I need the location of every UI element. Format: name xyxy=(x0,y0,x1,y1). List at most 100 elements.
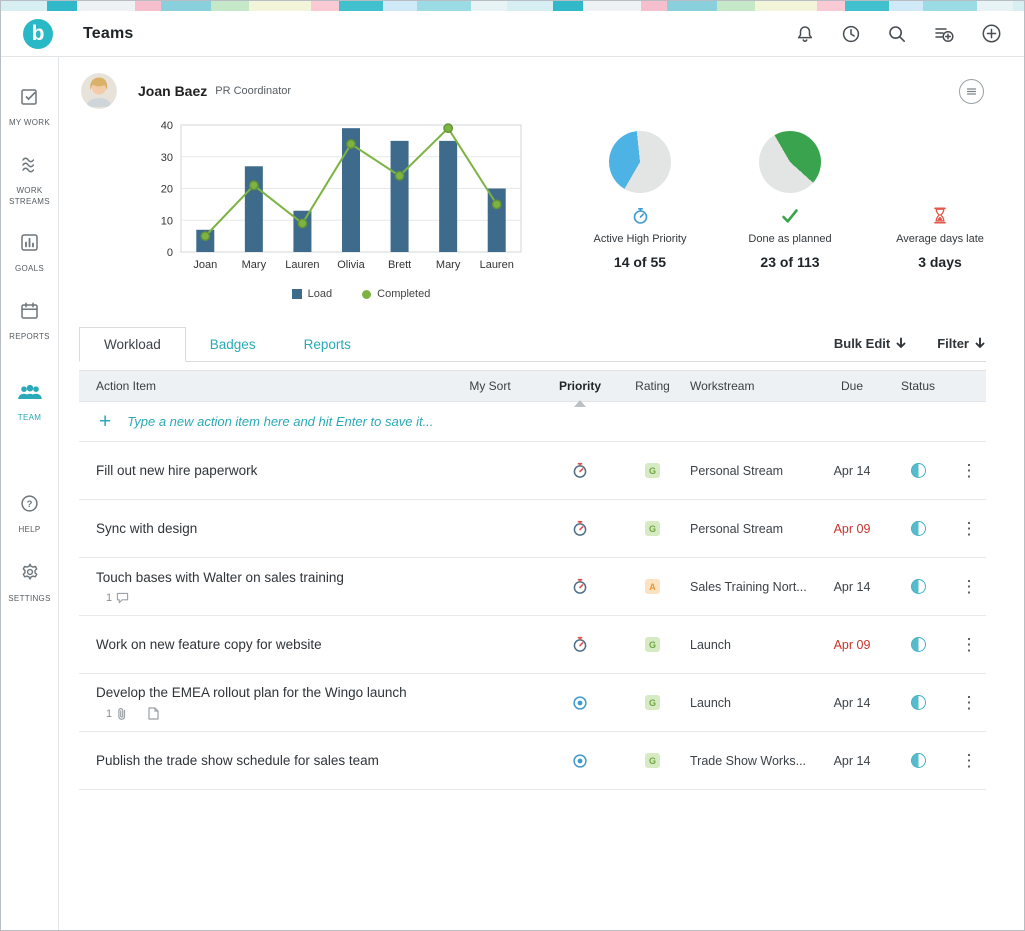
sidebar-item-team[interactable]: TEAM xyxy=(1,383,58,424)
search-icon[interactable] xyxy=(887,24,907,44)
status-cell[interactable] xyxy=(884,521,952,536)
row-menu-icon[interactable]: ⋮ xyxy=(952,694,986,711)
workstream-label[interactable]: Launch xyxy=(680,696,820,710)
priority-high-icon xyxy=(572,520,588,537)
row-menu-icon[interactable]: ⋮ xyxy=(952,520,986,537)
action-item-title[interactable]: Develop the EMEA rollout plan for the Wi… xyxy=(79,685,445,700)
notifications-bell-icon[interactable] xyxy=(795,24,815,44)
action-item-title[interactable]: Touch bases with Walter on sales trainin… xyxy=(79,570,445,585)
add-plus-icon[interactable]: + xyxy=(99,411,111,432)
due-date[interactable]: Apr 09 xyxy=(820,638,884,652)
status-cell[interactable] xyxy=(884,695,952,710)
table-row[interactable]: Touch bases with Walter on sales trainin… xyxy=(79,558,986,616)
bulk-edit-button[interactable]: Bulk Edit xyxy=(834,336,907,351)
color-strip-segment xyxy=(417,1,471,11)
workstream-label[interactable]: Personal Stream xyxy=(680,522,820,536)
rating-cell[interactable]: G xyxy=(625,521,680,536)
due-date[interactable]: Apr 09 xyxy=(820,522,884,536)
paperclip-icon xyxy=(116,707,128,721)
priority-normal-icon xyxy=(572,695,588,711)
rating-cell[interactable]: G xyxy=(625,695,680,710)
attachment-indicator[interactable]: 1 xyxy=(79,707,445,721)
rating-badge[interactable]: G xyxy=(645,463,660,478)
due-date[interactable]: Apr 14 xyxy=(820,696,884,710)
tab-badges[interactable]: Badges xyxy=(186,328,280,361)
rating-cell[interactable]: G xyxy=(625,463,680,478)
sidebar-item-goals[interactable]: GOALS xyxy=(1,233,58,275)
load-bar xyxy=(293,211,311,252)
rating-badge[interactable]: G xyxy=(645,521,660,536)
sidebar-item-reports[interactable]: REPORTS xyxy=(1,301,58,343)
action-item-title[interactable]: Work on new feature copy for website xyxy=(79,637,445,652)
linked-document[interactable] xyxy=(148,707,159,720)
sidebar-item-work-streams[interactable]: WORK STREAMS xyxy=(1,155,58,208)
hourglass-icon xyxy=(933,206,947,226)
status-cell[interactable] xyxy=(884,579,952,594)
table-row[interactable]: Develop the EMEA rollout plan for the Wi… xyxy=(79,674,986,732)
column-header-my-sort[interactable]: My Sort xyxy=(445,379,535,393)
row-menu-icon[interactable]: ⋮ xyxy=(952,752,986,769)
table-row[interactable]: Work on new feature copy for website G Lau… xyxy=(79,616,986,674)
filter-button[interactable]: Filter xyxy=(937,336,986,351)
table-row[interactable]: Fill out new hire paperwork G Personal Str… xyxy=(79,442,986,500)
workstream-label[interactable]: Trade Show Works... xyxy=(680,754,820,768)
column-header-due[interactable]: Due xyxy=(820,379,884,393)
rating-badge[interactable]: G xyxy=(645,637,660,652)
y-tick-label: 20 xyxy=(161,184,173,196)
app-window: b Teams MY WORK xyxy=(0,0,1025,931)
column-header-workstream[interactable]: Workstream xyxy=(680,379,820,393)
tab-workload[interactable]: Workload xyxy=(79,327,186,362)
history-clock-icon[interactable] xyxy=(841,24,861,44)
rating-badge[interactable]: A xyxy=(645,579,660,594)
rating-cell[interactable]: A xyxy=(625,579,680,594)
due-date[interactable]: Apr 14 xyxy=(820,754,884,768)
priority-cell[interactable] xyxy=(535,520,625,537)
attachment-count: 1 xyxy=(106,708,112,720)
column-header-priority[interactable]: Priority xyxy=(535,379,625,393)
add-action-item-row[interactable]: + xyxy=(79,402,986,442)
row-menu-icon[interactable]: ⋮ xyxy=(952,462,986,479)
column-header-action-item[interactable]: Action Item xyxy=(79,379,445,393)
column-header-rating[interactable]: Rating xyxy=(625,379,680,393)
priority-cell[interactable] xyxy=(535,753,625,769)
status-cell[interactable] xyxy=(884,753,952,768)
overview-menu-icon[interactable] xyxy=(959,79,984,104)
due-date[interactable]: Apr 14 xyxy=(820,464,884,478)
row-menu-icon[interactable]: ⋮ xyxy=(952,578,986,595)
sidebar-item-help[interactable]: ? HELP xyxy=(1,494,58,536)
workstream-label[interactable]: Launch xyxy=(680,638,820,652)
sidebar-item-label: HELP xyxy=(6,525,54,536)
priority-cell[interactable] xyxy=(535,636,625,653)
rating-cell[interactable]: G xyxy=(625,753,680,768)
status-cell[interactable] xyxy=(884,637,952,652)
action-item-title[interactable]: Fill out new hire paperwork xyxy=(79,463,445,478)
add-plus-circle-icon[interactable] xyxy=(981,23,1002,44)
load-bar xyxy=(439,141,457,252)
new-action-item-input[interactable] xyxy=(127,414,986,429)
add-to-list-icon[interactable] xyxy=(933,24,955,44)
due-date[interactable]: Apr 14 xyxy=(820,580,884,594)
priority-cell[interactable] xyxy=(535,695,625,711)
workstream-label[interactable]: Sales Training Nort... xyxy=(680,580,820,594)
color-strip xyxy=(1,1,1024,11)
rating-cell[interactable]: G xyxy=(625,637,680,652)
comment-indicator[interactable]: 1 xyxy=(79,592,445,604)
status-cell[interactable] xyxy=(884,463,952,478)
table-row[interactable]: Sync with design G Personal StreamApr 09 ⋮ xyxy=(79,500,986,558)
color-strip-segment xyxy=(817,1,845,11)
tab-reports[interactable]: Reports xyxy=(280,328,375,361)
app-logo[interactable]: b xyxy=(23,19,53,49)
avatar[interactable] xyxy=(81,73,117,109)
rating-badge[interactable]: G xyxy=(645,753,660,768)
rating-badge[interactable]: G xyxy=(645,695,660,710)
workstream-label[interactable]: Personal Stream xyxy=(680,464,820,478)
sidebar-item-my-work[interactable]: MY WORK xyxy=(1,87,58,129)
action-item-title[interactable]: Sync with design xyxy=(79,521,445,536)
column-header-status[interactable]: Status xyxy=(884,379,952,393)
table-row[interactable]: Publish the trade show schedule for sale… xyxy=(79,732,986,790)
priority-cell[interactable] xyxy=(535,578,625,595)
priority-cell[interactable] xyxy=(535,462,625,479)
row-menu-icon[interactable]: ⋮ xyxy=(952,636,986,653)
sidebar-item-settings[interactable]: SETTINGS xyxy=(1,562,58,605)
action-item-title[interactable]: Publish the trade show schedule for sale… xyxy=(79,753,445,768)
